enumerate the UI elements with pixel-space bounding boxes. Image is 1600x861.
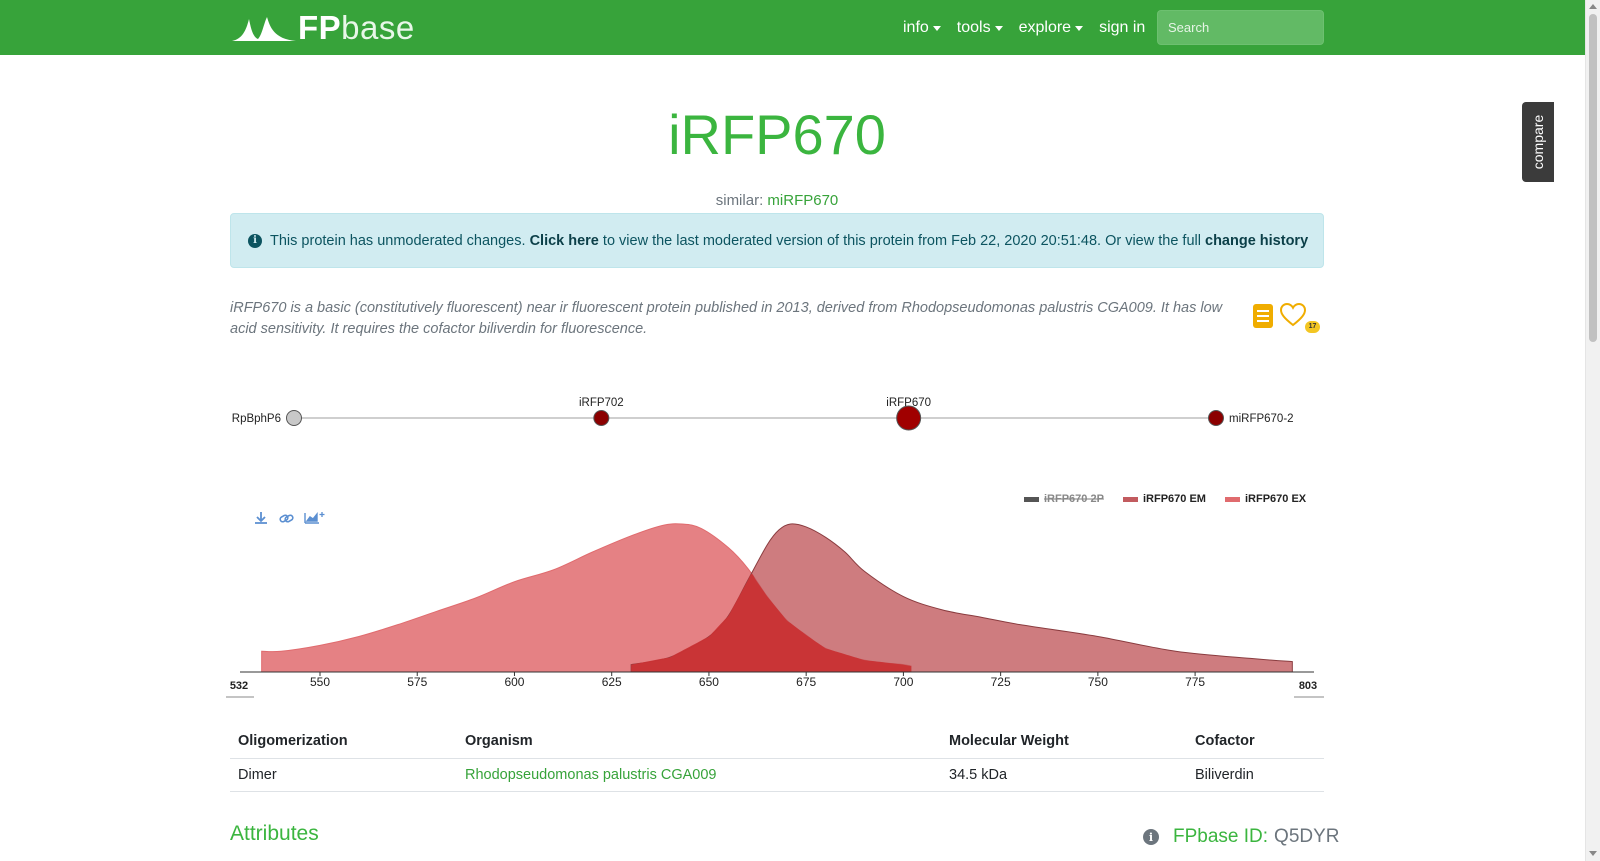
lineage-label[interactable]: iRFP702 xyxy=(579,397,624,409)
scroll-up-icon[interactable] xyxy=(1589,4,1597,9)
x-tick-label: 750 xyxy=(1088,675,1108,689)
x-tick-label: 675 xyxy=(796,675,816,689)
page-title: iRFP670 xyxy=(668,103,886,166)
legend-label[interactable]: iRFP670 EM xyxy=(1143,493,1206,505)
x-tick-label: 700 xyxy=(893,675,913,689)
navbar: FPbase info tools explore sign in xyxy=(0,0,1585,55)
cell-cofactor: Biliverdin xyxy=(1187,758,1324,792)
legend-swatch[interactable] xyxy=(1123,497,1138,502)
header-cofactor: Cofactor xyxy=(1187,725,1324,759)
fpbase-logo-icon xyxy=(232,17,296,41)
document-icon[interactable] xyxy=(1252,303,1274,329)
heart-icon[interactable] xyxy=(1280,303,1306,327)
table-row: Dimer Rhodopseudomonas palustris CGA009 … xyxy=(230,758,1324,792)
search-input[interactable] xyxy=(1157,10,1324,45)
table-header-row: Oligomerization Organism Molecular Weigh… xyxy=(230,725,1324,759)
info-icon: i xyxy=(248,233,262,248)
similar-protein-link[interactable]: miRFP670 xyxy=(767,192,838,209)
lineage-tree: RpBphP6 iRFP702 iRFP670 miRFP670-2 xyxy=(232,397,1294,431)
scrollbar[interactable] xyxy=(1585,0,1600,861)
unmoderated-alert: i This protein has unmoderated changes. … xyxy=(230,213,1324,268)
cell-molecular-weight: 34.5 kDa xyxy=(941,758,1187,792)
cell-oligomerization: Dimer xyxy=(230,758,457,792)
add-chart-icon[interactable] xyxy=(304,512,325,524)
compare-tab[interactable]: compare xyxy=(1522,102,1554,182)
header-organism: Organism xyxy=(457,725,941,759)
download-icon[interactable] xyxy=(255,512,267,524)
lineage-node[interactable] xyxy=(286,410,302,426)
info-icon[interactable]: i xyxy=(1143,829,1159,845)
scrollbar-thumb[interactable] xyxy=(1589,14,1597,342)
x-tick-label: 625 xyxy=(602,675,622,689)
nav-sign-in[interactable]: sign in xyxy=(1099,19,1145,37)
x-tick-label: 775 xyxy=(1185,675,1205,689)
x-tick-label: 600 xyxy=(504,675,524,689)
legend-swatch[interactable] xyxy=(1024,497,1039,502)
protein-description: iRFP670 is a basic (constitutively fluor… xyxy=(230,300,1223,337)
nav-info[interactable]: info xyxy=(903,19,941,37)
lineage-label[interactable]: iRFP670 xyxy=(886,397,931,409)
lineage-node[interactable] xyxy=(593,410,610,426)
brand-fp: FP xyxy=(298,9,342,46)
caret-down-icon xyxy=(994,26,1003,31)
chart-toolbar xyxy=(255,512,325,524)
spectra-chart: 550 575 600 625 650 675 700 725 750 775 532 803 iRFP… xyxy=(226,493,1324,698)
lineage-node[interactable] xyxy=(1208,410,1224,426)
x-tick-label: 575 xyxy=(407,675,427,689)
brand-base: base xyxy=(341,9,415,46)
organism-link[interactable]: Rhodopseudomonas palustris CGA009 xyxy=(465,767,716,783)
caret-down-icon xyxy=(932,26,941,31)
favorite-count-badge: 17 xyxy=(1305,321,1320,333)
lineage-label[interactable]: miRFP670-2 xyxy=(1229,413,1294,425)
x-tick-label: 650 xyxy=(699,675,719,689)
legend-swatch[interactable] xyxy=(1225,497,1240,502)
lineage-node[interactable] xyxy=(896,405,922,431)
click-here-link[interactable]: Click here xyxy=(530,233,599,249)
similar-proteins: similar: miRFP670 xyxy=(715,192,839,209)
change-history-link[interactable]: change history xyxy=(1205,233,1308,249)
caret-down-icon xyxy=(1075,26,1084,31)
legend-label[interactable]: iRFP670 EX xyxy=(1245,493,1307,505)
link-icon[interactable] xyxy=(279,514,294,523)
legend-label[interactable]: iRFP670 2P xyxy=(1044,493,1104,505)
properties-table: Oligomerization Organism Molecular Weigh… xyxy=(230,725,1324,792)
fpbase-id-value: Q5DYR xyxy=(1274,826,1340,847)
x-tick-label: 725 xyxy=(991,675,1011,689)
nav-tools[interactable]: tools xyxy=(957,19,1003,37)
range-min-label[interactable]: 532 xyxy=(230,680,248,692)
fpbase-id: i FPbase ID: Q5DYR xyxy=(1143,826,1340,848)
nav-explore[interactable]: explore xyxy=(1019,19,1084,37)
header-molecular-weight: Molecular Weight xyxy=(941,725,1187,759)
x-tick-label: 550 xyxy=(310,675,330,689)
brand-logo[interactable]: FPbase xyxy=(232,10,415,46)
nav-menu: info tools explore sign in xyxy=(903,0,1161,55)
scroll-down-icon[interactable] xyxy=(1589,851,1597,856)
lineage-label[interactable]: RpBphP6 xyxy=(232,413,281,425)
header-oligomerization: Oligomerization xyxy=(230,725,457,759)
range-max-label[interactable]: 803 xyxy=(1299,680,1317,692)
attributes-heading: Attributes xyxy=(230,822,319,845)
